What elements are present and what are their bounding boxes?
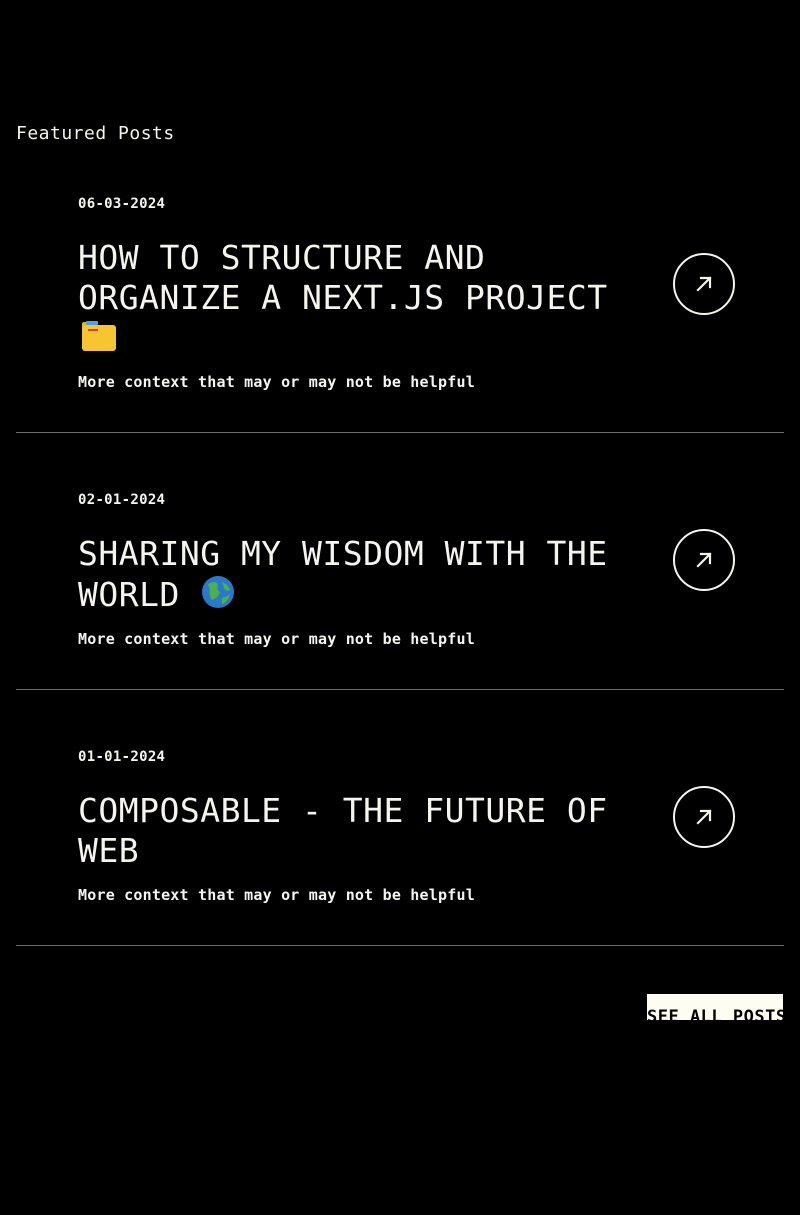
globe-icon xyxy=(200,574,236,619)
post-subtitle: More context that may or may not be help… xyxy=(78,373,475,391)
post-subtitle: More context that may or may not be help… xyxy=(78,630,475,648)
post-title-text: COMPOSABLE - THE FUTURE OF WEB xyxy=(78,791,608,870)
post-title-text: SHARING MY WISDOM WITH THE WORLD xyxy=(78,534,608,614)
post-card[interactable]: 01-01-2024 COMPOSABLE - THE FUTURE OF WE… xyxy=(16,690,784,946)
post-title-text: HOW TO STRUCTURE AND ORGANIZE A NEXT.JS … xyxy=(78,238,608,317)
open-post-button[interactable] xyxy=(673,786,735,848)
open-post-button[interactable] xyxy=(673,529,735,591)
arrow-up-right-icon xyxy=(696,809,712,825)
post-title[interactable]: SHARING MY WISDOM WITH THE WORLD xyxy=(78,534,638,619)
post-date: 01-01-2024 xyxy=(78,749,166,765)
post-card[interactable]: 06-03-2024 HOW TO STRUCTURE AND ORGANIZE… xyxy=(16,180,784,433)
post-title[interactable]: HOW TO STRUCTURE AND ORGANIZE A NEXT.JS … xyxy=(78,238,638,363)
post-date: 06-03-2024 xyxy=(78,196,166,212)
see-all-posts-button[interactable]: SEE ALL POSTS xyxy=(647,994,783,1020)
post-date: 02-01-2024 xyxy=(78,492,166,508)
post-subtitle: More context that may or may not be help… xyxy=(78,886,475,904)
post-title[interactable]: COMPOSABLE - THE FUTURE OF WEB xyxy=(78,791,638,871)
folder-icon xyxy=(78,318,118,363)
open-post-button[interactable] xyxy=(673,253,735,315)
arrow-up-right-icon xyxy=(696,552,712,568)
see-all-posts-label: SEE ALL POSTS xyxy=(647,1007,783,1020)
arrow-up-right-icon xyxy=(696,276,712,292)
section-title: Featured Posts xyxy=(16,123,175,144)
post-card[interactable]: 02-01-2024 SHARING MY WISDOM WITH THE WO… xyxy=(16,433,784,690)
